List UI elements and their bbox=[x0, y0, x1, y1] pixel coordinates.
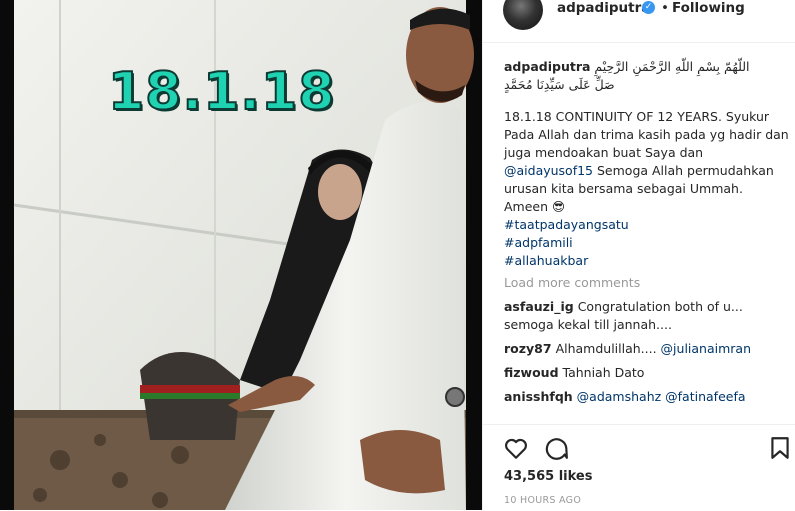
comment-mention[interactable]: @adamshahz @fatinafeefa bbox=[577, 389, 746, 404]
separator-dot: • bbox=[661, 0, 669, 16]
action-bar: 43,565 likes 10 HOURS AGO bbox=[483, 424, 795, 511]
caption-body: 18.1.18 CONTINUITY OF 12 YEARS. Syukur P… bbox=[504, 108, 789, 270]
comment-username[interactable]: asfauzi_ig bbox=[504, 299, 574, 314]
likes-count[interactable]: 43,565 likes bbox=[504, 469, 592, 484]
comment-text: Alhamdulillah.... bbox=[555, 341, 661, 356]
hashtag-link[interactable]: #adpfamili bbox=[504, 235, 573, 250]
following-button[interactable]: • Following bbox=[661, 0, 745, 16]
date-overlay-text: 18.1.18 bbox=[107, 61, 336, 123]
post-timestamp: 10 HOURS AGO bbox=[504, 495, 582, 506]
caption-username[interactable]: adpadiputra bbox=[504, 59, 590, 74]
comment-item: rozy87 Alhamdulillah.... @julianaimran bbox=[504, 340, 789, 358]
comment-text: Tahniah Dato bbox=[562, 365, 645, 380]
hashtag-link[interactable]: #allahuakbar bbox=[504, 253, 588, 268]
comment-mention[interactable]: @julianaimran bbox=[661, 341, 751, 356]
comment-item: fizwoud Tahniah Dato bbox=[504, 364, 789, 382]
load-more-comments-button[interactable]: Load more comments bbox=[504, 274, 789, 292]
comments-list: adpadiputra اللّهُمّ بِسْمِ اللّهِ الرَّ… bbox=[504, 58, 789, 406]
comment-item: asfauzi_ig Congratulation both of u... s… bbox=[504, 298, 789, 334]
verified-badge-icon: ✓ bbox=[642, 1, 655, 14]
comment-item: anisshfqh @adamshahz @fatinafeefa bbox=[504, 388, 789, 406]
hashtag-link[interactable]: #taatpadayangsatu bbox=[504, 217, 629, 232]
comment-icon[interactable] bbox=[543, 435, 569, 461]
following-label: Following bbox=[671, 0, 745, 16]
caption-text: 18.1.18 CONTINUITY OF 12 YEARS. Syukur P… bbox=[504, 109, 789, 160]
caption-arabic-line1: اللّهُمّ بِسْمِ اللّهِ الرَّحْمَنِ الرَّ… bbox=[594, 59, 750, 74]
caption-arabic-line2: صَلِّ عَلَى سَيِّدِنَا مُحَمَّدٍ bbox=[504, 77, 615, 92]
caption: adpadiputra اللّهُمّ بِسْمِ اللّهِ الرَّ… bbox=[504, 58, 789, 270]
heart-icon[interactable] bbox=[503, 435, 529, 461]
comment-username[interactable]: anisshfqh bbox=[504, 389, 573, 404]
comment-username[interactable]: rozy87 bbox=[504, 341, 552, 356]
comment-username[interactable]: fizwoud bbox=[504, 365, 559, 380]
post-photo[interactable]: 18.1.18 bbox=[0, 0, 482, 510]
bookmark-icon[interactable] bbox=[767, 435, 793, 461]
post-side-panel: adpadiputra ✓ • Following adpadiputra الل… bbox=[482, 0, 795, 510]
header-username[interactable]: adpadiputra bbox=[557, 0, 650, 16]
post-header: adpadiputra ✓ • Following bbox=[483, 0, 795, 43]
caption-mention[interactable]: @aidayusof15 bbox=[504, 163, 593, 178]
avatar[interactable] bbox=[503, 0, 543, 30]
